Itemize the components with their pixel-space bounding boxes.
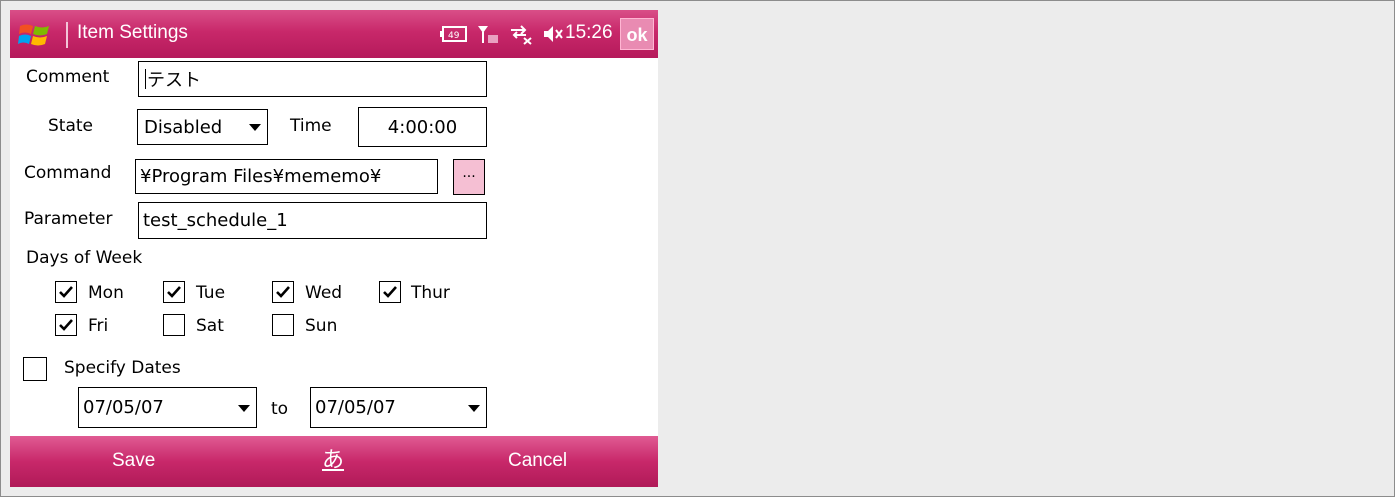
window-title: Item Settings [77,22,188,43]
days-of-week-label: Days of Week [26,248,143,268]
keyboard-icon[interactable]: 49 [440,23,468,45]
to-label: to [271,399,289,419]
text-caret [145,69,146,89]
checkbox-specify-dates[interactable] [23,357,47,381]
checkbox-fri[interactable] [55,314,77,336]
day-label-fri: Fri [88,316,109,336]
checkbox-thur[interactable] [379,281,401,303]
state-value: Disabled [144,116,223,138]
day-label-sun: Sun [305,316,338,336]
checkmark-icon [167,286,181,298]
connectivity-icon[interactable] [508,23,534,45]
signal-icon[interactable] [476,23,500,45]
time-label: Time [290,116,332,136]
specify-dates-label: Specify Dates [64,358,181,378]
date-from-value: 07/05/07 [83,397,164,418]
parameter-value: test_schedule_1 [143,210,288,231]
checkbox-sat[interactable] [163,314,185,336]
state-label: State [48,116,93,136]
pocket-pc-window: Item Settings 49 15:26 ok Comment テスト St… [10,10,658,487]
checkmark-icon [59,286,73,298]
title-separator [66,22,68,48]
command-value: ¥Program Files¥mememo¥ [140,166,382,187]
comment-input[interactable]: テスト [138,61,487,97]
time-input[interactable]: 4:00:00 [358,107,487,147]
parameter-label: Parameter [24,209,113,229]
comment-value: テスト [147,70,201,91]
checkbox-sun[interactable] [272,314,294,336]
parameter-input[interactable]: test_schedule_1 [138,202,487,239]
checkmark-icon [276,286,290,298]
chevron-down-icon [249,124,261,131]
day-label-thur: Thur [411,283,450,303]
browse-button[interactable]: ... [453,159,485,195]
day-label-sat: Sat [196,316,224,336]
chevron-down-icon [468,404,480,412]
svg-text:49: 49 [448,31,460,41]
checkmark-icon [59,319,73,331]
checkbox-mon[interactable] [55,281,77,303]
day-label-wed: Wed [305,283,343,303]
save-softkey[interactable]: Save [112,450,155,472]
date-from-dropdown[interactable]: 07/05/07 [78,387,257,428]
checkbox-wed[interactable] [272,281,294,303]
time-value: 4:00:00 [387,116,458,138]
state-dropdown[interactable]: Disabled [137,109,268,145]
day-label-mon: Mon [88,283,124,303]
cancel-softkey[interactable]: Cancel [508,450,567,472]
comment-label: Comment [26,67,110,87]
volume-mute-icon[interactable] [542,23,564,45]
softkey-bar: Save あ Cancel [10,436,658,487]
input-method-icon[interactable]: あ [322,442,344,474]
ok-button[interactable]: ok [620,18,654,50]
date-to-value: 07/05/07 [315,397,396,418]
checkbox-tue[interactable] [163,281,185,303]
date-to-dropdown[interactable]: 07/05/07 [310,387,487,428]
day-label-tue: Tue [196,283,226,303]
chevron-down-icon [238,404,250,412]
start-menu-icon[interactable] [18,20,52,50]
command-input[interactable]: ¥Program Files¥mememo¥ [135,159,438,194]
title-bar: Item Settings 49 15:26 ok [10,10,658,58]
checkmark-icon [383,286,397,298]
clock[interactable]: 15:26 [565,22,613,44]
command-label: Command [24,163,112,183]
